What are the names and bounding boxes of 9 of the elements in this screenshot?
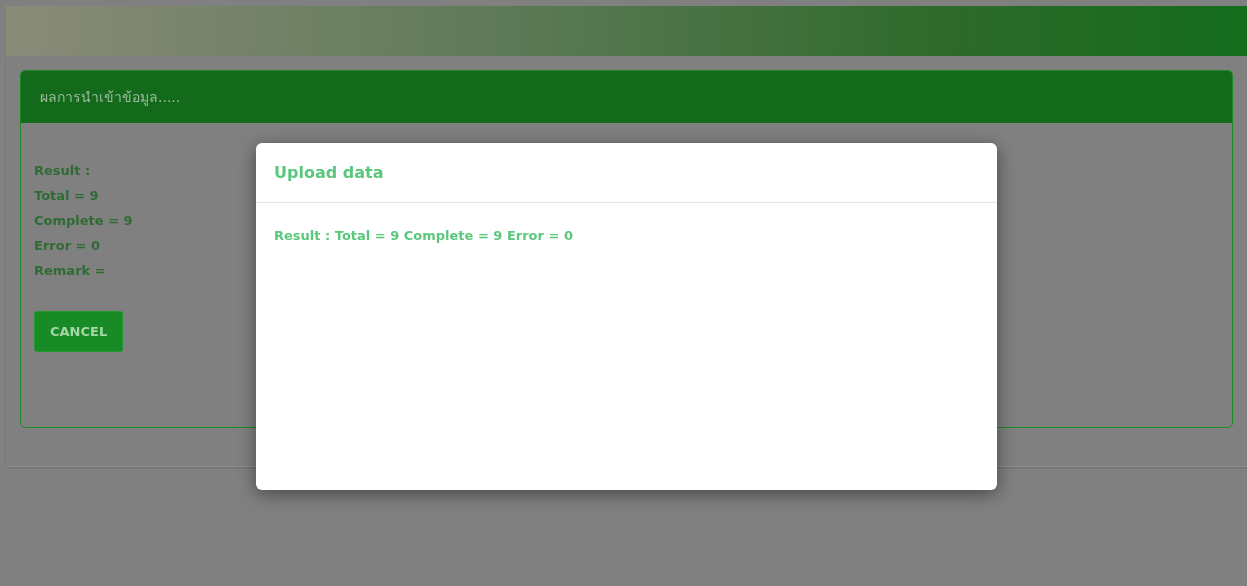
result-line: Remark = [34, 262, 106, 280]
result-line: Error = 0 [34, 237, 101, 255]
dialog-title: Upload data [274, 163, 384, 182]
cancel-button[interactable]: CANCEL [34, 311, 124, 352]
result-line: Result : [34, 162, 91, 180]
result-line: Complete = 9 [34, 212, 133, 230]
result-message: Result : Total = 9 Complete = 9 Error = 0 [274, 228, 573, 243]
card-title: ผลการนำเข้าข้อมูล..... [40, 88, 181, 108]
result-line: Total = 9 [34, 187, 99, 205]
